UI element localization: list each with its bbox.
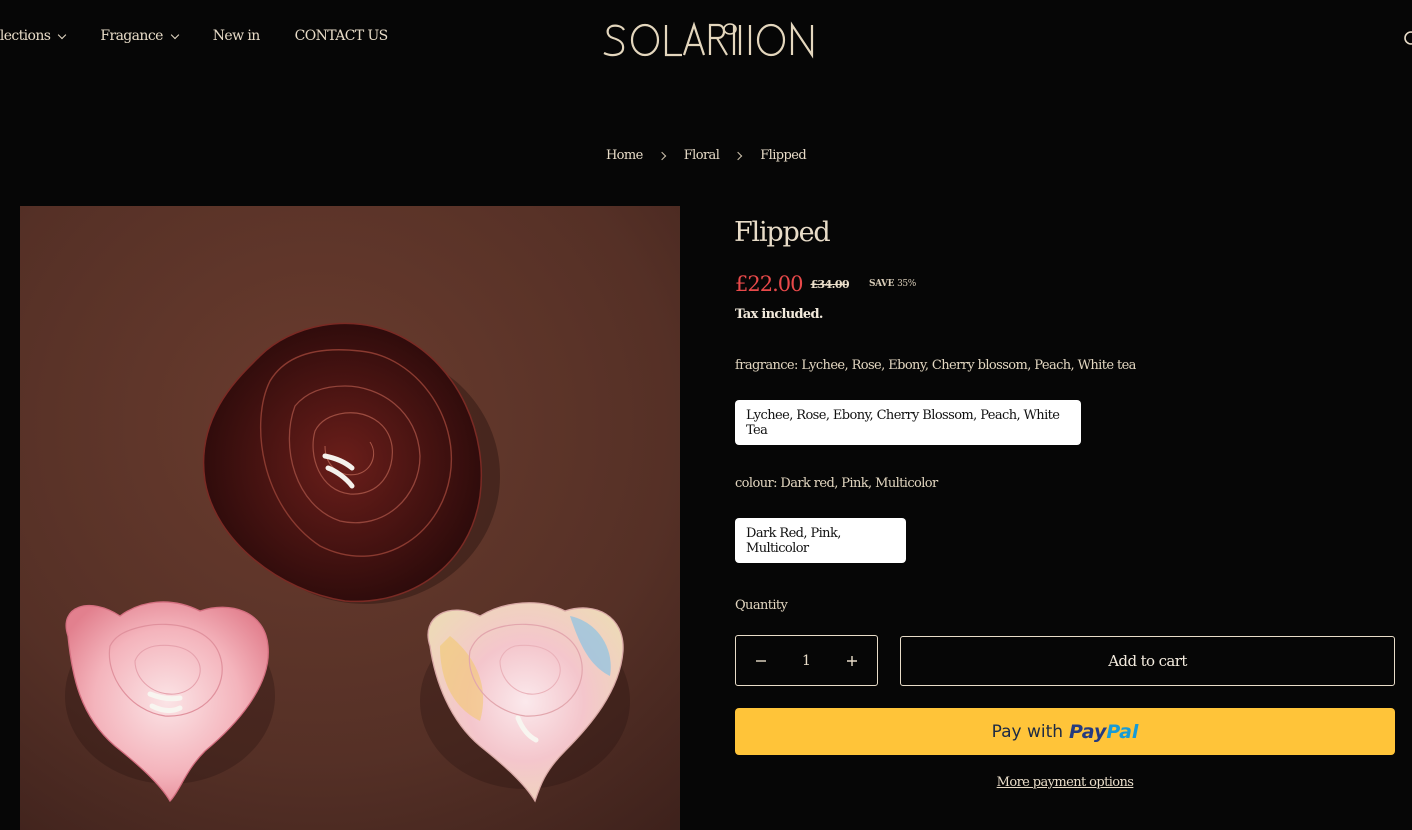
more-payment-options-link[interactable]: More payment options [735,775,1395,790]
nav-collections[interactable]: Collections [0,28,67,44]
quantity-stepper: 1 [735,635,878,686]
nav-fragrance-label: Fragance [100,28,163,44]
chevron-down-icon [58,30,67,39]
breadcrumb-floral[interactable]: Floral [684,148,720,163]
colour-label: colour: Dark red, Pink, Multicolor [735,476,938,491]
colour-option[interactable]: Dark Red, Pink, Multicolor [735,518,906,563]
sale-price: £22.00 [735,272,803,296]
product-image[interactable] [20,206,680,830]
search-icon[interactable] [1403,30,1412,50]
save-value: 35% [897,279,916,289]
main-nav: Collections Fragance New in CONTACT US [0,28,388,44]
paypal-logo-pay: Pay [1069,720,1107,743]
chevron-right-icon [657,151,666,160]
quantity-input[interactable]: 1 [786,653,827,669]
fragrance-label: fragrance: Lychee, Rose, Ebony, Cherry b… [735,358,1136,373]
breadcrumb: Home Floral Flipped [0,148,1412,163]
breadcrumb-home[interactable]: Home [606,148,643,163]
nav-fragrance[interactable]: Fragance [100,28,180,44]
plus-icon [847,655,857,666]
breadcrumb-current: Flipped [760,148,807,163]
tax-note: Tax included. [735,307,823,322]
chevron-right-icon [734,151,743,160]
nav-contact-us[interactable]: CONTACT US [294,28,389,44]
minus-icon [756,659,766,662]
quantity-decrease-button[interactable] [736,636,786,685]
nav-new-in[interactable]: New in [213,28,260,44]
paypal-logo-pal: Pal [1106,720,1139,743]
price-row: £22.00 £34.00 SAVE 35% [735,272,916,296]
quantity-label: Quantity [735,598,788,613]
add-to-cart-button[interactable]: Add to cart [900,636,1395,686]
nav-contact-us-label: CONTACT US [294,28,389,44]
site-logo[interactable] [600,16,816,64]
quantity-increase-button[interactable] [827,636,877,685]
paypal-prefix: Pay with [991,721,1064,742]
chevron-down-icon [170,30,180,39]
save-badge: SAVE 35% [869,279,916,289]
compare-price: £34.00 [810,277,849,291]
paypal-button[interactable]: Pay with Pay Pal [735,708,1395,755]
product-title: Flipped [734,217,831,248]
save-label: SAVE [868,279,895,289]
fragrance-option[interactable]: Lychee, Rose, Ebony, Cherry Blossom, Pea… [735,400,1081,445]
nav-new-in-label: New in [212,28,260,44]
nav-collections-label: Collections [0,28,51,44]
